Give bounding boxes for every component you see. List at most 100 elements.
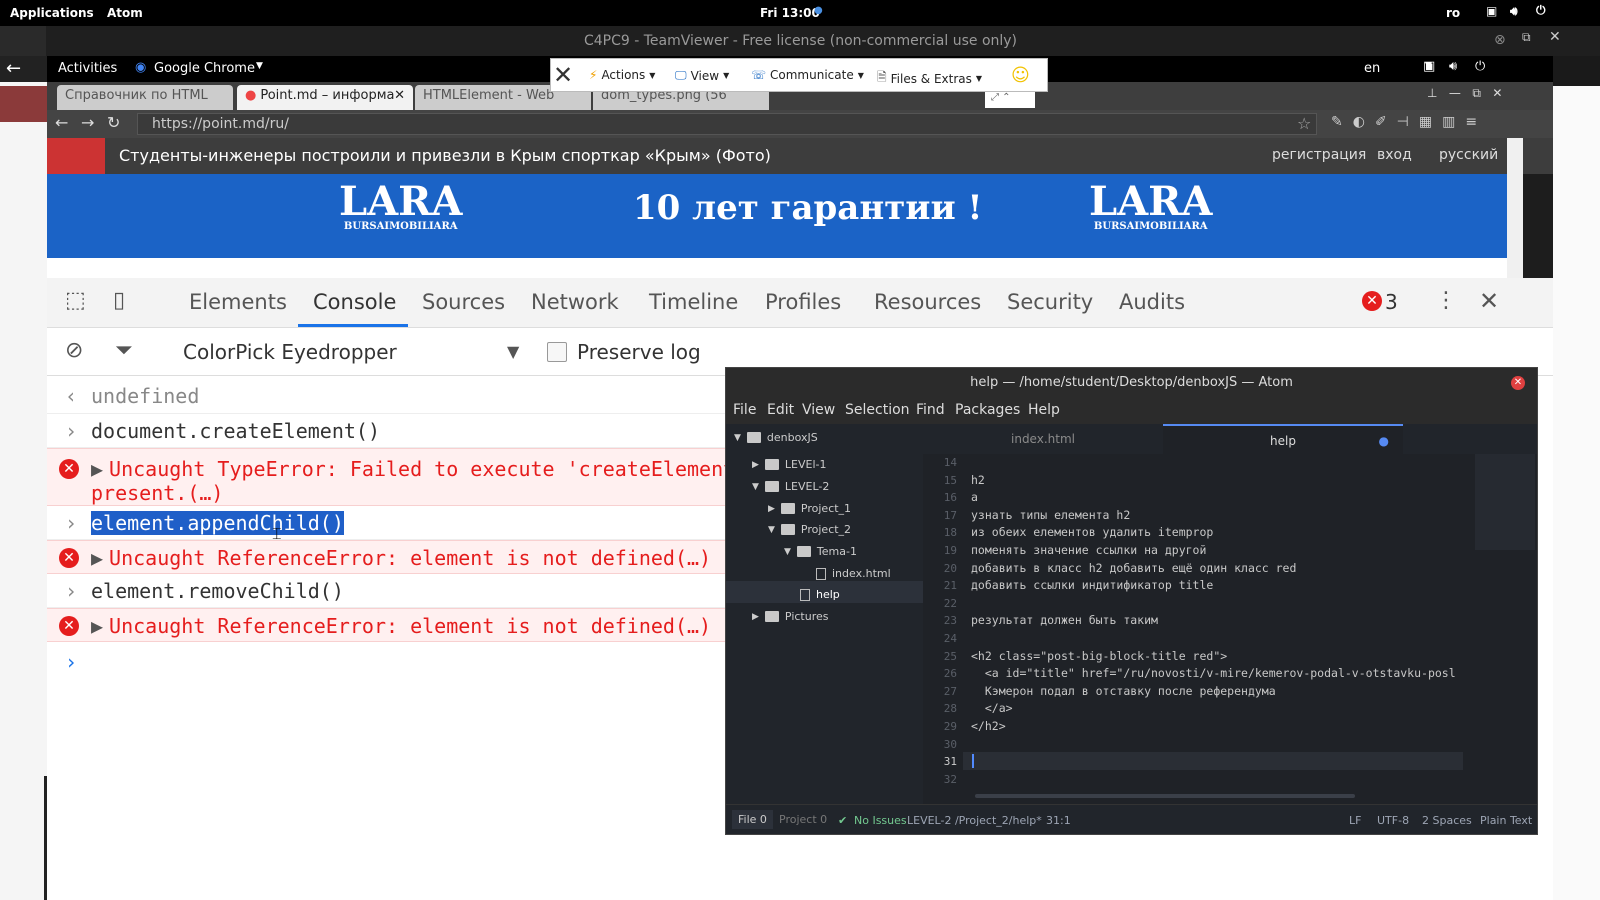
menu-view[interactable]: View: [802, 402, 835, 418]
code-line[interactable]: h2: [971, 472, 985, 490]
tab-point-md[interactable]: ● Point.md – информа ✕: [237, 85, 413, 110]
active-app-label[interactable]: Atom: [107, 6, 143, 20]
close-window-icon[interactable]: ✕: [1549, 29, 1561, 45]
console-error[interactable]: ✕ ▶ Uncaught ReferenceError: element is n…: [47, 608, 737, 642]
tree-item-level1[interactable]: ▶ LEVEl-1: [752, 458, 827, 471]
tab-resources[interactable]: Resources: [874, 290, 981, 314]
code-line[interactable]: из обеих елементов удалить itemprop: [971, 524, 1213, 542]
back-arrow-icon[interactable]: ←: [0, 56, 47, 82]
bookmark-star-icon[interactable]: ☆: [1297, 114, 1311, 133]
device-mode-icon[interactable]: ▯: [113, 288, 125, 313]
power-icon[interactable]: ⏻: [1536, 3, 1546, 18]
filter-icon[interactable]: ⏷: [115, 338, 133, 363]
close-devtools-icon[interactable]: ✕: [1479, 287, 1499, 315]
close-session-icon[interactable]: ✕: [553, 61, 573, 89]
menu-selection[interactable]: Selection: [845, 402, 910, 418]
file-count[interactable]: File 0: [732, 810, 773, 829]
activities-button[interactable]: Activities: [58, 61, 117, 76]
error-count-icon[interactable]: ✕: [1362, 291, 1382, 311]
files-menu[interactable]: 🗎 Files & Extras ▼: [877, 68, 982, 89]
power-icon[interactable]: ⏻: [1475, 59, 1485, 74]
back-icon[interactable]: ←: [55, 113, 68, 132]
tree-root[interactable]: ▼ denboxJS: [734, 431, 818, 444]
forward-icon[interactable]: →: [81, 113, 94, 132]
clock[interactable]: Fri 13:00: [760, 6, 820, 20]
code-line[interactable]: результат должен быть таким: [971, 612, 1158, 630]
window-icon[interactable]: ▣: [1423, 59, 1435, 74]
tab-profiles[interactable]: Profiles: [765, 290, 841, 314]
code-line[interactable]: </a>: [971, 700, 1013, 718]
code-text[interactable]: h2 a узнать типы елемента h2 из обеих елеме…: [971, 454, 1471, 794]
close-tab-icon[interactable]: ✕: [394, 88, 405, 103]
reload-icon[interactable]: ↻: [107, 113, 120, 132]
restore-icon[interactable]: ⧉: [1522, 30, 1531, 45]
register-link[interactable]: регистрация: [1272, 147, 1366, 163]
chrome-app-menu[interactable]: Google Chrome: [154, 61, 255, 76]
applications-menu[interactable]: Applications: [10, 6, 94, 20]
ad-banner[interactable]: LARA BURSAIMOBILIARA 10 лет гарантии ! L…: [47, 174, 1507, 258]
actions-menu[interactable]: ⚡ Actions ▼: [589, 68, 655, 82]
expand-triangle-icon[interactable]: ▶: [91, 546, 103, 570]
tab-elements[interactable]: Elements: [189, 290, 287, 314]
tab-index-html[interactable]: index.html: [923, 424, 1163, 454]
code-line[interactable]: Кэмерон подал в отставку после референду…: [971, 683, 1276, 701]
keyboard-layout[interactable]: ro: [1446, 6, 1460, 20]
grammar[interactable]: Plain Text: [1480, 814, 1532, 827]
view-menu[interactable]: 🖵 View ▼: [675, 68, 729, 83]
preserve-log-checkbox[interactable]: [547, 342, 567, 362]
expand-triangle-icon[interactable]: ▶: [91, 457, 103, 481]
tab-audits[interactable]: Audits: [1119, 290, 1185, 314]
context-selector[interactable]: ColorPick Eyedropper: [183, 340, 397, 364]
code-line[interactable]: </h2>: [971, 718, 1006, 736]
menu-find[interactable]: Find: [916, 402, 945, 418]
tree-item-help[interactable]: help: [800, 588, 840, 601]
close-icon[interactable]: ⊗: [1494, 32, 1506, 48]
console-input-line[interactable]: › element.removeChild(): [47, 574, 737, 608]
chevron-down-icon[interactable]: ▼: [507, 342, 519, 361]
communicate-menu[interactable]: ☏ Communicate ▼: [751, 68, 864, 82]
language-link[interactable]: русский: [1439, 147, 1498, 163]
code-line[interactable]: узнать типы елемента h2: [971, 507, 1130, 525]
tree-item-project1[interactable]: ▶ Project_1: [768, 502, 851, 515]
console-input-line[interactable]: › element.appendChild(): [47, 506, 737, 540]
volume-icon[interactable]: 🔊︎: [1449, 59, 1457, 74]
tab-help[interactable]: help ●: [1163, 424, 1403, 454]
indentation[interactable]: 2 Spaces: [1422, 814, 1472, 827]
scroll-thumb[interactable]: [975, 794, 1355, 798]
console-error[interactable]: ✕ ▶ Uncaught TypeError: Failed to execute…: [47, 448, 747, 506]
tab-network[interactable]: Network: [531, 290, 619, 314]
extension-icons[interactable]: ✎◐✐⊣▦▥≡: [1331, 114, 1487, 130]
console-error[interactable]: ✕ ▶ Uncaught ReferenceError: element is n…: [47, 540, 737, 574]
console-prompt[interactable]: ›: [47, 642, 737, 682]
tab-reference[interactable]: Справочник по HTML: [57, 85, 233, 110]
code-line[interactable]: <h2 class="post-big-block-title red">: [971, 648, 1227, 666]
close-atom-icon[interactable]: ✕: [1511, 376, 1525, 390]
tab-timeline[interactable]: Timeline: [649, 290, 738, 314]
tree-item-project2[interactable]: ▼ Project_2: [768, 523, 851, 536]
minimap[interactable]: [1475, 454, 1535, 550]
cursor-position[interactable]: 31:1: [1046, 814, 1071, 827]
expand-triangle-icon[interactable]: ▶: [91, 614, 103, 638]
file-path[interactable]: LEVEL-2 /Project_2/help*: [907, 814, 1042, 827]
remote-keyboard-layout[interactable]: en: [1364, 61, 1380, 76]
more-options-icon[interactable]: ⋮: [1435, 288, 1457, 313]
menu-help[interactable]: Help: [1028, 402, 1060, 418]
page-scrollbar[interactable]: [1507, 138, 1523, 278]
tab-sources[interactable]: Sources: [422, 290, 505, 314]
code-line[interactable]: добавить ссылки индитификатор title: [971, 577, 1213, 595]
tree-item-index-html[interactable]: index.html: [816, 567, 891, 580]
code-line[interactable]: поменять значение ссылки на другой: [971, 542, 1206, 560]
smiley-icon[interactable]: ☺: [1011, 65, 1030, 86]
news-headline[interactable]: Студенты-инженеры построили и привезли в…: [119, 146, 771, 165]
url-input[interactable]: https://point.md/ru/: [137, 113, 1317, 135]
console-input-line[interactable]: › document.createElement(): [47, 414, 737, 448]
line-ending[interactable]: LF: [1349, 814, 1361, 827]
inspect-element-icon[interactable]: ⬚: [65, 288, 86, 313]
window-controls[interactable]: ⊥ — ⧉ ✕: [1427, 86, 1502, 101]
tab-security[interactable]: Security: [1007, 290, 1093, 314]
window-icon[interactable]: ▣: [1486, 4, 1497, 18]
volume-icon[interactable]: 🔊︎: [1510, 4, 1518, 19]
menu-packages[interactable]: Packages: [955, 402, 1020, 418]
project-count[interactable]: Project 0: [779, 810, 827, 829]
file-encoding[interactable]: UTF-8: [1377, 814, 1409, 827]
